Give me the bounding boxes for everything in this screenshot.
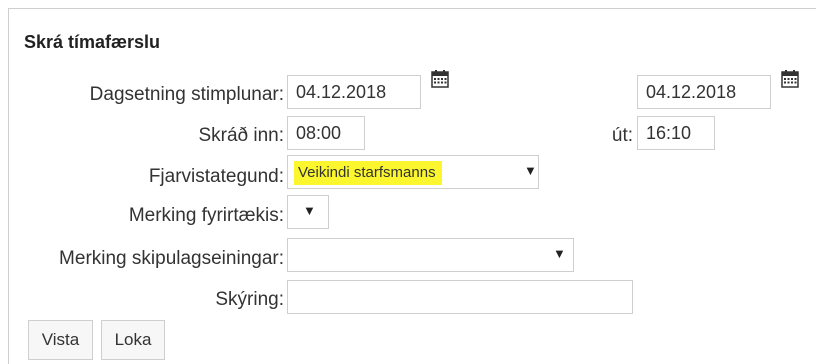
- time-out-input[interactable]: 16:10: [637, 116, 715, 150]
- chevron-down-icon: ▼: [524, 163, 537, 178]
- form-title: Skrá tímafærslu: [24, 32, 161, 52]
- company-marking-label: Merking fyrirtækis:: [128, 205, 284, 226]
- save-button[interactable]: Vista: [28, 320, 93, 360]
- calendar-icon[interactable]: [430, 69, 450, 89]
- note-input[interactable]: [287, 280, 633, 314]
- chevron-down-icon: ▼: [303, 203, 316, 218]
- unit-marking-select[interactable]: ▼: [287, 238, 574, 272]
- date-from-input[interactable]: 04.12.2018: [287, 75, 421, 109]
- absence-type-value: Veikindi starfsmanns: [294, 161, 442, 185]
- note-label: Skýring:: [215, 289, 284, 310]
- date-to-input[interactable]: 04.12.2018: [637, 75, 771, 109]
- unit-marking-label: Merking skipulagseiningar:: [59, 248, 284, 269]
- time-in-label: Skráð inn:: [198, 125, 284, 146]
- chevron-down-icon: ▼: [553, 246, 566, 261]
- time-in-input[interactable]: 08:00: [287, 116, 365, 150]
- date-label: Dagsetning stimplunar:: [89, 84, 284, 105]
- absence-type-select[interactable]: Veikindi starfsmanns ▼: [287, 155, 539, 189]
- company-marking-select[interactable]: ▼: [287, 195, 329, 229]
- close-button[interactable]: Loka: [101, 320, 165, 360]
- unit-marking-value: [296, 244, 304, 268]
- absence-type-label: Fjarvistategund:: [148, 166, 284, 187]
- time-out-label: út:: [611, 125, 633, 146]
- calendar-icon[interactable]: [780, 69, 800, 89]
